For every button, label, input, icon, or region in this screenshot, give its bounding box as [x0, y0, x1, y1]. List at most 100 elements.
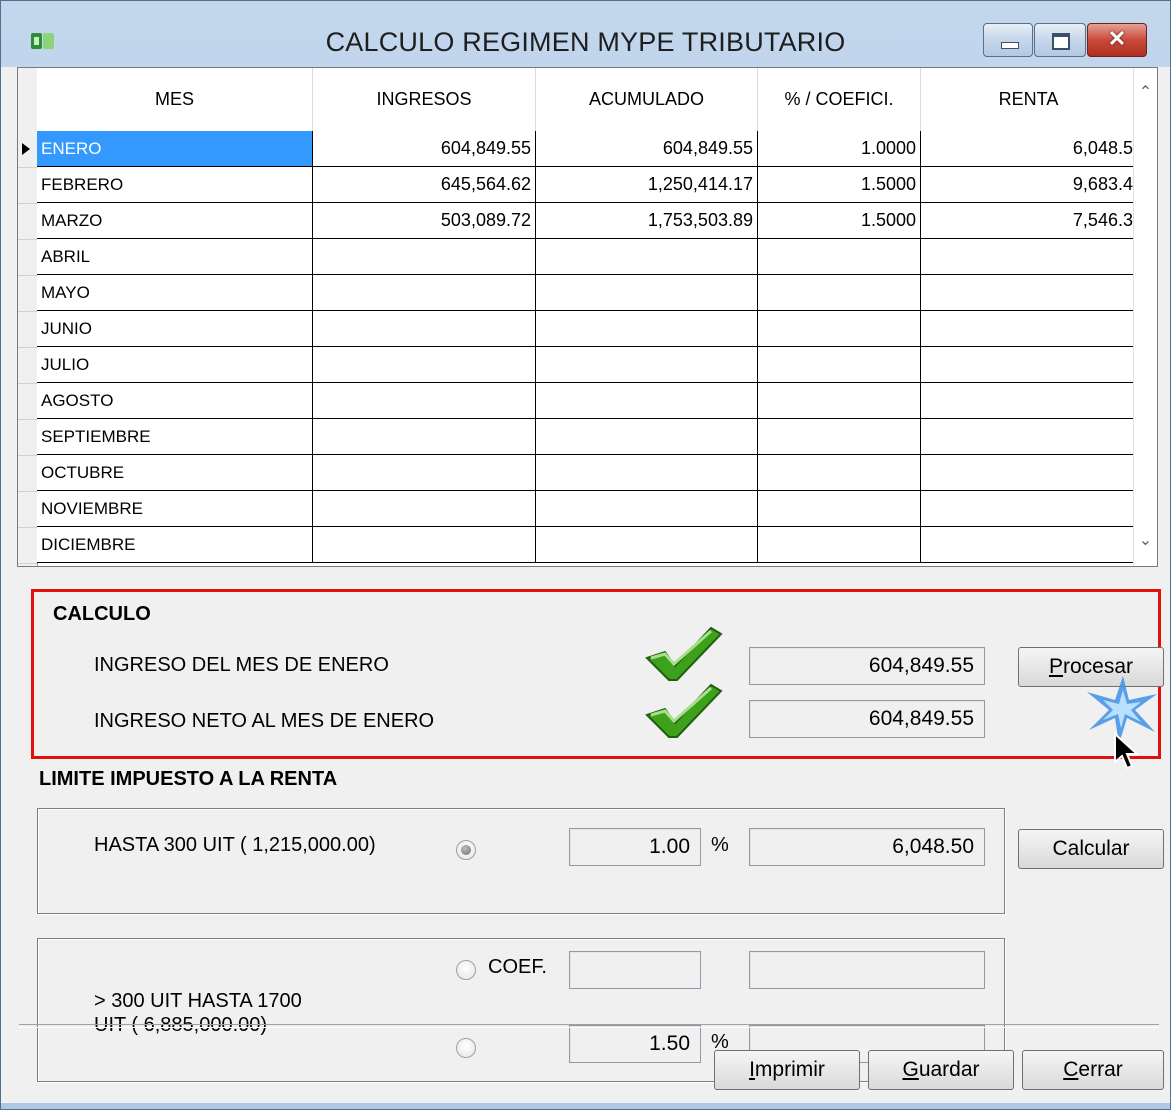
cell-acumulado[interactable]	[536, 239, 758, 275]
row-selector[interactable]	[18, 383, 37, 420]
cell-acumulado[interactable]	[536, 383, 758, 419]
col-header-renta[interactable]: RENTA	[921, 68, 1136, 131]
cell-acumulado[interactable]	[536, 491, 758, 527]
cell-renta[interactable]	[921, 419, 1148, 455]
ingreso-mes-field[interactable]: 604,849.55	[749, 647, 985, 685]
cell-mes[interactable]: JULIO	[37, 347, 313, 383]
row-header-column	[18, 68, 38, 566]
cell-acumulado[interactable]	[536, 311, 758, 347]
cell-mes[interactable]: ABRIL	[37, 239, 313, 275]
cell-coeficiente[interactable]	[758, 347, 921, 383]
cell-renta[interactable]	[921, 275, 1148, 311]
close-button[interactable]: ✕	[1087, 23, 1147, 57]
cell-ingresos[interactable]	[313, 383, 536, 419]
cell-coeficiente[interactable]: 1.5000	[758, 203, 921, 239]
cell-ingresos[interactable]	[313, 527, 536, 563]
cell-ingresos[interactable]	[313, 311, 536, 347]
cell-ingresos[interactable]	[313, 347, 536, 383]
cell-mes[interactable]: JUNIO	[37, 311, 313, 347]
hasta300-percent-field[interactable]: 1.00	[569, 828, 701, 866]
cell-coeficiente[interactable]	[758, 311, 921, 347]
cell-coeficiente[interactable]	[758, 383, 921, 419]
percent2-field[interactable]: 1.50	[569, 1025, 701, 1063]
hasta300-radio[interactable]	[456, 840, 476, 860]
cell-mes[interactable]: SEPTIEMBRE	[37, 419, 313, 455]
minimize-button[interactable]	[983, 23, 1033, 57]
cell-ingresos[interactable]	[313, 239, 536, 275]
calcular-button[interactable]: Calcular	[1018, 829, 1164, 869]
cell-ingresos[interactable]: 604,849.55	[313, 131, 536, 167]
cell-renta[interactable]	[921, 347, 1148, 383]
row-selector[interactable]	[18, 167, 37, 204]
scroll-up-icon[interactable]: ⌃	[1134, 82, 1157, 102]
cerrar-button[interactable]: Cerrar	[1022, 1050, 1164, 1090]
cell-ingresos[interactable]	[313, 419, 536, 455]
maximize-button[interactable]	[1034, 23, 1086, 57]
cell-renta[interactable]	[921, 527, 1148, 563]
cell-acumulado[interactable]: 604,849.55	[536, 131, 758, 167]
months-grid[interactable]: MES INGRESOS ACUMULADO % / COEFICI. RENT…	[17, 67, 1158, 567]
imprimir-button[interactable]: Imprimir	[714, 1050, 860, 1090]
row-selector[interactable]	[18, 455, 37, 492]
cell-mes[interactable]: OCTUBRE	[37, 455, 313, 491]
cell-mes[interactable]: AGOSTO	[37, 383, 313, 419]
cell-mes[interactable]: MAYO	[37, 275, 313, 311]
cell-mes[interactable]: DICIEMBRE	[37, 527, 313, 563]
cell-acumulado[interactable]	[536, 275, 758, 311]
cell-coeficiente[interactable]	[758, 527, 921, 563]
col-header-acumulado[interactable]: ACUMULADO	[536, 68, 758, 131]
coef-radio[interactable]	[456, 960, 476, 980]
cell-mes[interactable]: FEBRERO	[37, 167, 313, 203]
cell-acumulado[interactable]	[536, 527, 758, 563]
coef-field[interactable]	[569, 951, 701, 989]
row-selector[interactable]	[18, 527, 37, 564]
cell-renta[interactable]	[921, 311, 1148, 347]
cell-ingresos[interactable]	[313, 275, 536, 311]
row-selector[interactable]	[18, 311, 37, 348]
col-header-ingresos[interactable]: INGRESOS	[313, 68, 536, 131]
cell-renta[interactable]	[921, 491, 1148, 527]
cell-renta[interactable]: 7,546.35	[921, 203, 1148, 239]
cell-coeficiente[interactable]	[758, 491, 921, 527]
col-header-coeficiente[interactable]: % / COEFICI.	[758, 68, 921, 131]
row-selector[interactable]	[18, 419, 37, 456]
cell-ingresos[interactable]	[313, 491, 536, 527]
col-header-mes[interactable]: MES	[37, 68, 313, 131]
cell-coeficiente[interactable]: 1.0000	[758, 131, 921, 167]
cell-mes[interactable]: MARZO	[37, 203, 313, 239]
cell-acumulado[interactable]: 1,753,503.89	[536, 203, 758, 239]
cell-mes[interactable]: NOVIEMBRE	[37, 491, 313, 527]
cell-renta[interactable]	[921, 383, 1148, 419]
cell-acumulado[interactable]	[536, 419, 758, 455]
row-selector[interactable]	[18, 491, 37, 528]
ingreso-neto-field[interactable]: 604,849.55	[749, 700, 985, 738]
cell-coeficiente[interactable]	[758, 275, 921, 311]
cell-coeficiente[interactable]	[758, 455, 921, 491]
cell-ingresos[interactable]: 503,089.72	[313, 203, 536, 239]
scroll-down-icon[interactable]: ⌄	[1134, 530, 1157, 550]
cell-ingresos[interactable]	[313, 455, 536, 491]
cell-acumulado[interactable]	[536, 347, 758, 383]
row-selector[interactable]	[18, 203, 37, 240]
cell-renta[interactable]: 9,683.47	[921, 167, 1148, 203]
cell-coeficiente[interactable]: 1.5000	[758, 167, 921, 203]
row-selector[interactable]	[18, 347, 37, 384]
vertical-scrollbar[interactable]: ⌃ ⌄	[1133, 68, 1157, 566]
hasta300-renta-field[interactable]: 6,048.50	[749, 828, 985, 866]
cell-acumulado[interactable]: 1,250,414.17	[536, 167, 758, 203]
cell-ingresos[interactable]: 645,564.62	[313, 167, 536, 203]
cell-coeficiente[interactable]	[758, 419, 921, 455]
percent2-radio[interactable]	[456, 1038, 476, 1058]
row-selector[interactable]	[18, 239, 37, 276]
cell-renta[interactable]	[921, 455, 1148, 491]
title-bar[interactable]: CALCULO REGIMEN MYPE TRIBUTARIO ✕	[1, 1, 1170, 67]
cell-mes[interactable]: ENERO	[37, 131, 313, 167]
row-selector[interactable]	[18, 275, 37, 312]
coef-renta-field[interactable]	[749, 951, 985, 989]
cell-renta[interactable]	[921, 239, 1148, 275]
guardar-button[interactable]: Guardar	[868, 1050, 1014, 1090]
cell-renta[interactable]: 6,048.50	[921, 131, 1148, 167]
cerrar-accel: C	[1063, 1058, 1079, 1081]
cell-coeficiente[interactable]	[758, 239, 921, 275]
cell-acumulado[interactable]	[536, 455, 758, 491]
